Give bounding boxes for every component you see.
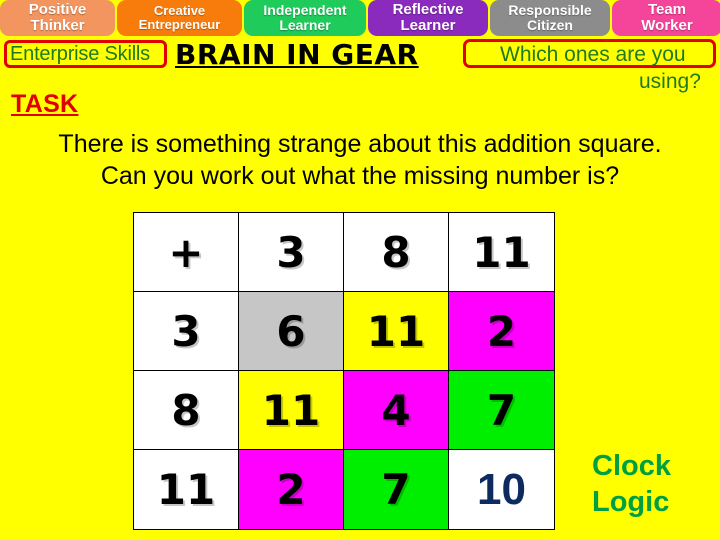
- heading-band: Enterprise Skills BRAIN IN GEAR Which on…: [0, 36, 720, 93]
- skill-tab-creative[interactable]: Creative Entrepreneur: [117, 0, 242, 36]
- addition-square-cell: 8: [134, 371, 239, 450]
- clock-logic-line-2: Logic: [592, 486, 670, 518]
- skill-tab-positive[interactable]: Positive Thinker: [0, 0, 115, 36]
- addition-square-cell: 2: [449, 292, 554, 371]
- skill-tab-label-line-2: Entrepreneur: [138, 17, 221, 32]
- page-title: BRAIN IN GEAR: [175, 38, 419, 71]
- addition-square-cell: 2: [239, 450, 344, 529]
- task-prompt: There is something strange about this ad…: [0, 128, 720, 192]
- skill-tab-label-line-1: Reflective: [392, 1, 464, 19]
- addition-square-cell: 3: [239, 213, 344, 292]
- addition-square-cell: 11: [344, 292, 449, 371]
- which-ones-question-line-2: using?: [639, 70, 701, 93]
- addition-square-cell: 7: [449, 371, 554, 450]
- clock-logic-caption: Clock Logic: [592, 448, 712, 520]
- skill-tab-independent[interactable]: Independent Learner: [244, 0, 366, 36]
- skill-tab-label-line-1: Creative: [153, 3, 206, 19]
- addition-square-answer-cell: 10: [449, 450, 554, 529]
- addition-square-cell: 11: [239, 371, 344, 450]
- addition-square-cell: 6: [239, 292, 344, 371]
- skill-tab-label-line-1: Positive: [28, 1, 87, 19]
- skill-tab-responsible[interactable]: Responsible Citizen: [490, 0, 610, 36]
- addition-square-cell: +: [134, 213, 239, 292]
- skill-tab-team[interactable]: Team Worker: [612, 0, 720, 36]
- addition-square-cell: 3: [134, 292, 239, 371]
- skill-tab-label-line-1: Team: [647, 1, 687, 19]
- skills-tabbar: Positive Thinker Creative Entrepreneur Indep…: [0, 0, 720, 36]
- skill-tab-reflective[interactable]: Reflective Learner: [368, 0, 488, 36]
- skill-tab-label-line-1: Responsible: [508, 2, 592, 19]
- task-prompt-line-2: Can you work out what the missing number…: [100, 162, 620, 190]
- clock-logic-line-1: Clock: [592, 450, 671, 482]
- addition-square-cell: 8: [344, 213, 449, 292]
- addition-square-table: +3 8 11 3 6 11 2 8 11 4 7 11 2 7 10: [133, 212, 555, 530]
- addition-square-cell: 7: [344, 450, 449, 529]
- skill-tab-label-line-2: Thinker: [30, 17, 85, 34]
- which-ones-question-line-1: Which ones are you: [500, 43, 686, 66]
- enterprise-skills-label: Enterprise Skills: [10, 43, 150, 65]
- addition-square-cell: 11: [134, 450, 239, 529]
- skill-tab-label-line-1: Independent: [263, 2, 347, 19]
- addition-square-cell: 4: [344, 371, 449, 450]
- skill-tab-label-line-2: Learner: [279, 17, 331, 33]
- skill-tab-label-line-2: Learner: [400, 17, 456, 34]
- skill-tab-label-line-2: Worker: [641, 17, 693, 34]
- addition-square-cell: 11: [449, 213, 554, 292]
- skill-tab-label-line-2: Citizen: [527, 17, 573, 33]
- task-prompt-line-1: There is something strange about this ad…: [58, 130, 662, 158]
- task-label: TASK: [11, 90, 79, 118]
